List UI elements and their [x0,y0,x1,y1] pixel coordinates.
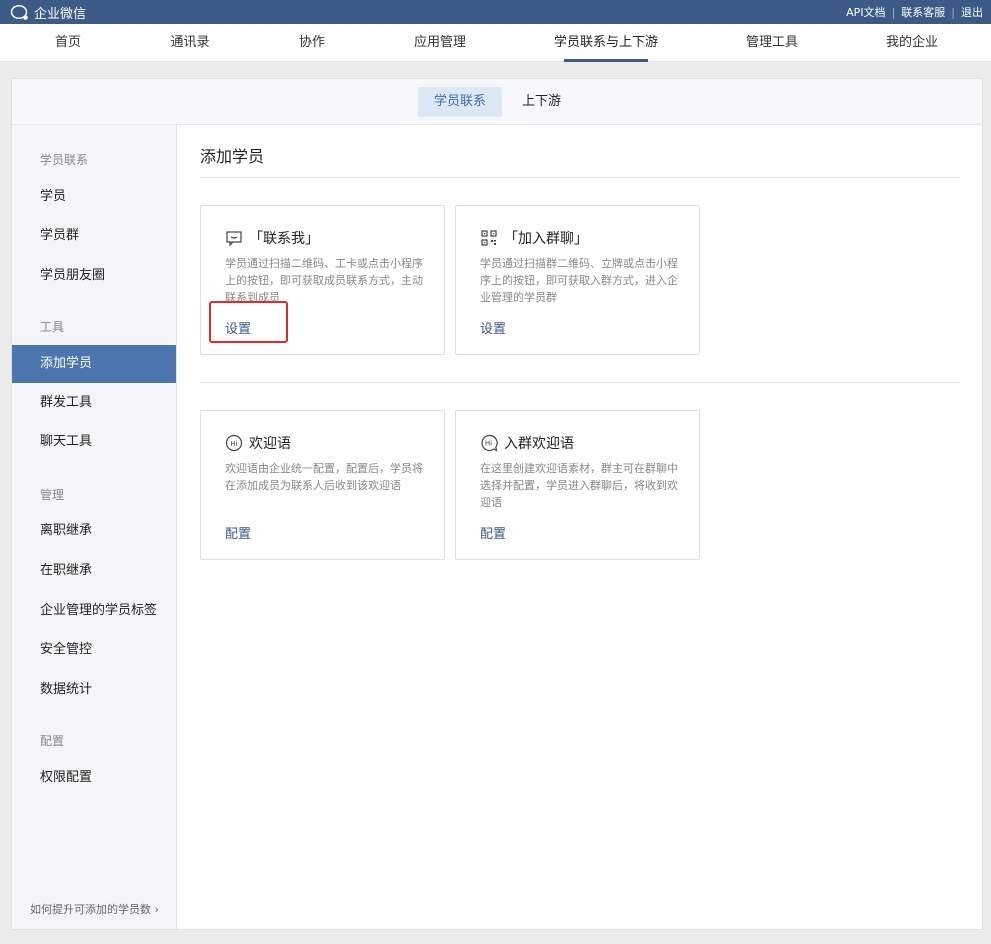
hi-icon: Hi [225,434,243,452]
sidebar-group-management: 管理 [40,488,65,502]
nav-contacts[interactable]: 通讯录 [170,24,209,62]
separator: | [891,5,896,19]
nav-student-contact[interactable]: 学员联系与上下游 [554,24,658,62]
sub-tabs: 学员联系 上下游 [12,79,982,125]
sidebar-item-students[interactable]: 学员 [12,178,176,216]
card-header: Hi 欢迎语 [225,433,291,453]
sidebar-item-permissions[interactable]: 权限配置 [12,759,176,797]
sidebar-group-student-contact: 学员联系 [40,153,89,167]
app-logo[interactable]: 企业微信 [10,3,86,22]
chevron-right-icon: › [154,903,159,916]
svg-text:Hi: Hi [230,440,237,448]
sidebar-item-student-groups[interactable]: 学员群 [12,217,176,255]
top-links: API文档 | 联系客服 | 退出 [846,4,983,20]
configure-link[interactable]: 配置 [480,523,506,542]
tab-upstream-downstream[interactable]: 上下游 [506,87,577,117]
card-header: Hi 入群欢迎语 [480,433,574,453]
sidebar-group-config: 配置 [40,734,65,748]
sidebar-item-onjob-inherit[interactable]: 在职继承 [12,552,176,590]
message-icon [226,231,242,247]
card-header: 「加入群聊」 [480,228,588,248]
sidebar-item-moments[interactable]: 学员朋友圈 [12,257,176,295]
app-name: 企业微信 [34,7,87,22]
contact-support-link[interactable]: 联系客服 [901,4,945,20]
card-title: 「联系我」 [249,231,319,247]
card-contact-me: 「联系我」 学员通过扫描二维码、工卡或点击小程序上的按钮，即可获取成员联系方式，… [200,205,445,355]
card-title: 「加入群聊」 [504,231,588,247]
card-description: 在这里创建欢迎语素材，群主可在群聊中选择并配置，学员进入群聊后，将收到欢迎语 [480,462,678,509]
card-join-group: 「加入群聊」 学员通过扫描群二维码、立牌或点击小程序上的按钮，即可获取入群方式，… [455,205,700,355]
card-title: 欢迎语 [249,436,291,452]
nav-collaboration[interactable]: 协作 [299,24,325,62]
sidebar: 学员联系 学员 学员群 学员朋友圈 工具 添加学员 群发工具 聊天工具 管理 离… [12,125,177,929]
configure-link[interactable]: 配置 [225,523,251,542]
nav-my-enterprise[interactable]: 我的企业 [886,24,938,62]
api-docs-link[interactable]: API文档 [846,4,885,20]
card-group-welcome-message: Hi 入群欢迎语 在这里创建欢迎语素材，群主可在群聊中选择并配置，学员进入群聊后… [455,410,700,560]
logout-link[interactable]: 退出 [961,4,983,20]
card-description: 欢迎语由企业统一配置，配置后，学员将在添加成员为联系人后收到该欢迎语 [225,462,423,492]
top-bar: 企业微信 API文档 | 联系客服 | 退出 [0,0,991,24]
main-nav: 首页 通讯录 协作 应用管理 学员联系与上下游 管理工具 我的企业 [0,24,991,62]
sidebar-item-mass-send[interactable]: 群发工具 [12,384,176,422]
svg-text:Hi: Hi [485,440,492,448]
separator: | [951,5,955,19]
card-description: 学员通过扫描二维码、工卡或点击小程序上的按钮，即可获取成员联系方式，主动联系到成… [225,257,423,304]
card-title: 入群欢迎语 [504,436,574,452]
sidebar-item-add-student[interactable]: 添加学员 [12,345,176,383]
help-link[interactable]: 如何提升可添加的学员数 › [30,901,159,917]
page-title: 添加学员 [200,147,265,166]
divider [200,177,960,178]
hi-bubble-icon: Hi [481,434,498,452]
divider [200,382,960,383]
card-welcome-message: Hi 欢迎语 欢迎语由企业统一配置，配置后，学员将在添加成员为联系人后收到该欢迎… [200,410,445,560]
sidebar-item-stats[interactable]: 数据统计 [12,671,176,709]
card-header: 「联系我」 [225,228,319,248]
nav-home[interactable]: 首页 [55,24,81,62]
sidebar-item-resign-inherit[interactable]: 离职继承 [12,512,176,550]
nav-management-tools[interactable]: 管理工具 [746,24,798,62]
sidebar-item-security[interactable]: 安全管控 [12,631,176,669]
content-panel: 学员联系 上下游 学员联系 学员 学员群 学员朋友圈 工具 添加学员 群发工具 … [11,78,983,930]
help-link-label: 如何提升可添加的学员数 [30,903,151,916]
tab-student-contact[interactable]: 学员联系 [418,87,503,117]
sidebar-item-chat-tools[interactable]: 聊天工具 [12,423,176,461]
sidebar-group-tools: 工具 [40,320,65,334]
wecom-logo-icon [10,4,28,20]
settings-link[interactable]: 设置 [225,318,251,337]
settings-link[interactable]: 设置 [480,318,506,337]
sidebar-item-tags[interactable]: 企业管理的学员标签 [12,592,176,630]
card-description: 学员通过扫描群二维码、立牌或点击小程序上的按钮，即可获取入群方式，进入企业管理的… [480,257,678,304]
nav-app-management[interactable]: 应用管理 [414,24,466,62]
qrcode-icon [481,230,497,246]
